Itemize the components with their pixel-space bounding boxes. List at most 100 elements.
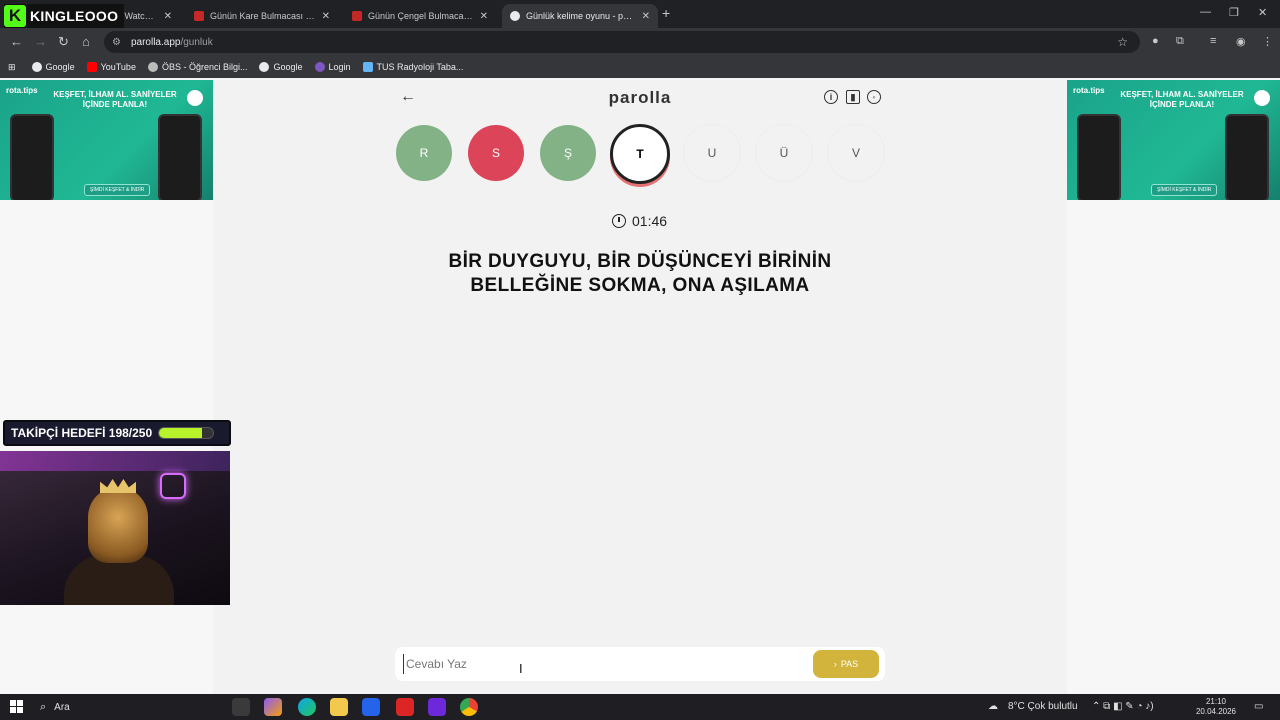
streamer-name: KINGLEOOO [30, 8, 119, 24]
weather-icon[interactable]: ☁ [988, 701, 998, 712]
timer: 01:46 [612, 213, 667, 229]
forward-icon[interactable]: → [34, 34, 47, 49]
browser-tab[interactable]: Günün Kare Bulmacası | HT Bul ✕ [186, 4, 338, 28]
login-icon [314, 62, 325, 72]
clock-icon [612, 214, 626, 228]
lion-avatar [88, 487, 148, 563]
ad-dot-icon [1254, 90, 1270, 106]
close-tab-icon[interactable]: ✕ [480, 11, 488, 22]
restore-icon[interactable]: ❐ [1229, 6, 1239, 19]
notification-icon[interactable]: ▭ [1254, 701, 1263, 712]
file-explorer-icon[interactable] [330, 698, 348, 716]
back-icon[interactable]: ← [10, 34, 23, 49]
youtube-icon [86, 62, 97, 72]
weather-text[interactable]: 8°C Çok bulutlu [1008, 701, 1078, 712]
bookmark-star-icon[interactable]: ☆ [1117, 35, 1128, 49]
follower-goal-fill [159, 428, 202, 438]
edge-icon[interactable] [298, 698, 316, 716]
question-text: BİR DUYGUYU, BİR DÜŞÜNCEYİ BİRİNİN BELLE… [420, 250, 860, 298]
ad-dot-icon [187, 90, 203, 106]
close-tab-icon[interactable]: ✕ [322, 11, 330, 22]
address-bar-row: ← → ↻ ⌂ ⚙ parolla.app /gunluk ☆ ● ⧉ ≡ ◉ … [0, 28, 1280, 56]
reload-icon[interactable]: ↻ [58, 34, 69, 50]
bookmark-label: TUS Radyoloji Taba... [376, 62, 464, 72]
minimize-icon[interactable]: — [1200, 6, 1211, 18]
ad-headline: KEŞFET, İLHAM AL. SANİYELER İÇİNDE PLANL… [53, 90, 177, 109]
url-input[interactable]: ⚙ parolla.app /gunluk ☆ [104, 31, 1140, 53]
bookmark-item[interactable]: TUS Radyoloji Taba... [362, 62, 464, 72]
home-icon[interactable]: ⌂ [82, 34, 90, 49]
ad-cta[interactable]: ŞİMDİ KEŞFET & İNDİR [1151, 184, 1218, 196]
close-window-icon[interactable]: ✕ [1258, 6, 1267, 19]
close-tab-icon[interactable]: ✕ [164, 11, 172, 22]
user-icon[interactable]: ◦ [867, 90, 881, 104]
back-arrow-icon[interactable]: ← [400, 88, 416, 106]
tray-icons[interactable]: ⌃ ⧉ ◧ ✎ ◔ ♪) [1092, 701, 1154, 712]
profile-avatar-icon[interactable]: ◉ [1236, 35, 1246, 48]
bookmark-item[interactable]: Login [314, 62, 351, 72]
answer-input[interactable] [403, 654, 803, 674]
ad-banner-left[interactable]: rota.tips KEŞFET, İLHAM AL. SANİYELER İÇ… [0, 80, 213, 200]
letter-circle-pending[interactable]: U [684, 125, 740, 181]
bookmark-item[interactable]: Google [259, 62, 303, 72]
profile-extension-icon[interactable]: ● [1152, 35, 1159, 47]
letter-circle-correct[interactable]: R [396, 125, 452, 181]
text-cursor-icon: I [519, 661, 523, 676]
apps-grid-icon[interactable]: ⊞ [8, 62, 16, 73]
url-path: /gunluk [180, 36, 213, 48]
ad-headline: KEŞFET, İLHAM AL. SANİYELER İÇİNDE PLANL… [1120, 90, 1244, 109]
letter-circle-pending[interactable]: V [828, 125, 884, 181]
office-icon[interactable] [396, 698, 414, 716]
ht-favicon-icon [352, 11, 362, 21]
game-header: parolla ← i ▮ ◦ [400, 88, 881, 110]
copilot-icon[interactable] [264, 698, 282, 716]
letter-circle-current[interactable]: T [610, 124, 670, 184]
pass-button[interactable]: › PAS [813, 650, 879, 678]
chrome-icon[interactable] [460, 698, 478, 716]
stats-icon[interactable]: ▮ [846, 90, 860, 104]
browser-tab[interactable]: Günün Çengel Bulmacası| HT B ✕ [344, 4, 496, 28]
letter-circle-wrong[interactable]: S [468, 125, 524, 181]
bookmark-label: Google [273, 62, 303, 72]
ad-brand: rota.tips [6, 86, 38, 95]
ht-favicon-icon [194, 11, 204, 21]
ad-brand: rota.tips [1073, 86, 1105, 95]
tus-icon [362, 62, 373, 72]
task-view-icon[interactable] [232, 698, 250, 716]
ad-cta[interactable]: ŞİMDİ KEŞFET & İNDİR [84, 184, 151, 196]
info-icon[interactable]: i [824, 90, 838, 104]
parolla-logo[interactable]: parolla [400, 88, 880, 108]
extensions-icon[interactable]: ⧉ [1176, 35, 1184, 48]
neon-glow [0, 451, 230, 471]
ad-banner-right[interactable]: rota.tips KEŞFET, İLHAM AL. SANİYELER İÇ… [1067, 80, 1280, 200]
clock-time: 21:10 [1205, 697, 1226, 706]
windows-start-icon[interactable] [10, 700, 23, 713]
bookmark-label: ÖBS - Öğrenci Bilgi... [161, 62, 248, 72]
outlook-icon[interactable] [362, 698, 380, 716]
answer-bar: › PAS [395, 647, 885, 681]
site-info-icon[interactable]: ⚙ [112, 37, 121, 48]
streamer-logo: K KINGLEOOO [4, 4, 125, 28]
bookmark-item[interactable]: YouTube [86, 62, 136, 72]
google-icon [259, 62, 270, 72]
media-icon[interactable]: ≡ [1210, 35, 1216, 47]
new-tab-button[interactable]: + [662, 5, 670, 21]
taskbar-clock[interactable]: 21:10 20.04.2026 [1196, 697, 1236, 717]
bookmark-label: YouTube [100, 62, 136, 72]
letter-circle-pending[interactable]: Ü [756, 125, 812, 181]
close-tab-icon[interactable]: ✕ [642, 11, 650, 22]
phone-image [1225, 114, 1269, 200]
taskbar-search[interactable]: ⌕ Ara [32, 697, 220, 717]
bookmark-item[interactable]: Google [31, 62, 75, 72]
browser-tab-bar: K KINGLEOOO am - Watch Li ✕ Günün Kare B… [0, 0, 1280, 28]
google-icon [31, 62, 42, 72]
bookmark-label: Google [45, 62, 75, 72]
search-label: Ara [54, 701, 70, 713]
app-icon[interactable] [428, 698, 446, 716]
menu-icon[interactable]: ⋮ [1262, 35, 1273, 48]
globe-icon [147, 62, 158, 72]
crown-icon [100, 479, 136, 493]
bookmark-item[interactable]: ÖBS - Öğrenci Bilgi... [147, 62, 248, 72]
letter-circle-correct[interactable]: Ş [540, 125, 596, 181]
browser-tab-active[interactable]: Günlük kelime oyunu - parolla ✕ [502, 4, 658, 28]
